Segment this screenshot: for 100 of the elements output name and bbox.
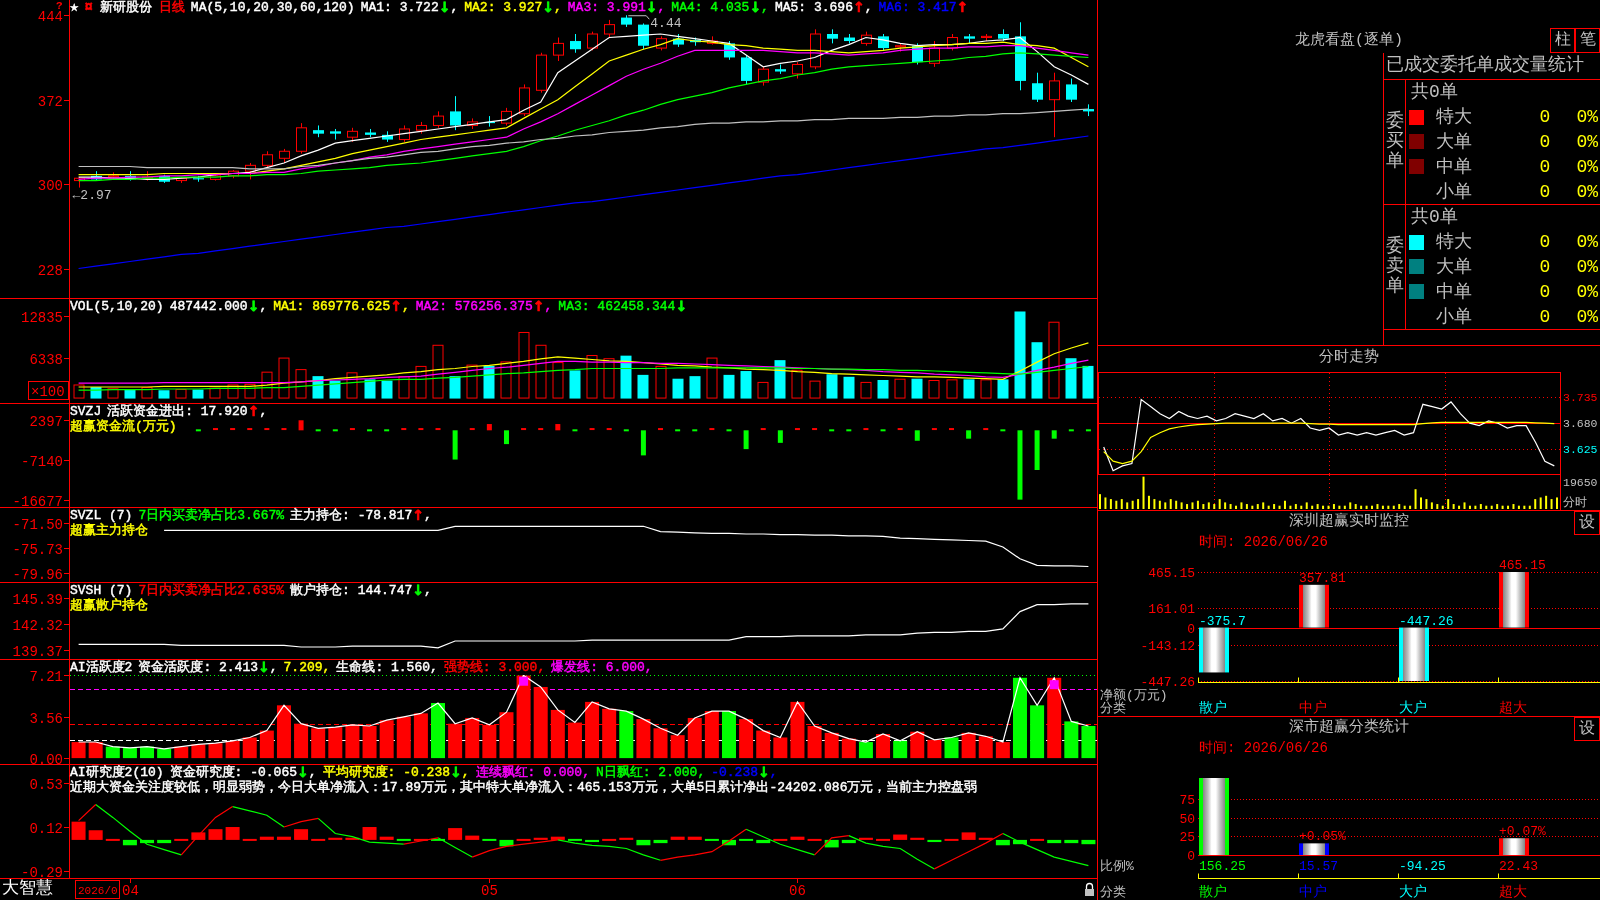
- axis-label: 228: [37, 262, 63, 279]
- indicator-name: MA(5,10,20,30,60,120): [190, 0, 355, 15]
- indicator-value: MA2: 576256.375: [415, 299, 533, 314]
- category-label: 中户: [1299, 884, 1327, 900]
- indicator-value: 7.209,: [283, 660, 331, 675]
- indicator-value: 7日内买卖净占比3.667%: [138, 508, 285, 523]
- axis-label: 300: [37, 177, 63, 194]
- order-type: 中单: [1436, 156, 1472, 177]
- indicator-value: 资金活跃度: 2.413: [138, 660, 258, 675]
- axis-label: 0.00: [29, 751, 63, 765]
- order-total: 共0单: [1411, 82, 1458, 103]
- indicator-value: MA6: 3.417: [878, 0, 957, 15]
- indicator-value: MA5: 3.696: [774, 0, 853, 15]
- value-label: -447.26: [1399, 613, 1454, 629]
- axis-label: 0: [1187, 622, 1195, 637]
- order-count: 0: [1539, 306, 1551, 327]
- category-label: 超大: [1499, 700, 1527, 716]
- axis-label: 3.735: [1563, 391, 1598, 405]
- panel-title: 分时走势: [1319, 349, 1379, 366]
- indicator-value: MA4: 4.035: [671, 0, 750, 15]
- amount-label: 22.43: [1499, 859, 1538, 874]
- indicator-value: MA2: 3.927: [464, 0, 543, 15]
- order-percent: 0%: [1576, 257, 1598, 277]
- order-count: 0: [1539, 232, 1551, 253]
- axis-label: 2397: [29, 413, 63, 430]
- panel-title: 深市超赢分类统计: [1289, 719, 1409, 736]
- axis-title: 分时: [1563, 496, 1587, 510]
- amount-label: 156.25: [1199, 859, 1246, 874]
- y-axis-title: ×100: [31, 384, 65, 400]
- category-label: 大户: [1399, 884, 1427, 900]
- timestamp: 时间: 2026/06/26: [1199, 534, 1328, 550]
- category-label: 散户: [1199, 884, 1227, 900]
- indicator-value: MA3: 3.991: [567, 0, 646, 15]
- axis-label: 50: [1179, 812, 1195, 827]
- axis-label: -447.26: [1140, 675, 1195, 690]
- axis-label: 145.39: [12, 591, 63, 608]
- indicator-value: MA1: 869776.625: [273, 299, 391, 314]
- indicator-value: MA3: 462458.344: [558, 299, 676, 314]
- axis-label: -71.50: [12, 516, 63, 533]
- indicator-name: VOL(5,10,20): [70, 299, 164, 314]
- category-label: 中户: [1299, 700, 1327, 716]
- order-type: 中单: [1436, 281, 1472, 302]
- axis-label: -75.73: [12, 541, 63, 558]
- axis-label: 12835: [21, 309, 63, 326]
- order-count: 0: [1539, 257, 1551, 277]
- order-type: 小单: [1436, 306, 1472, 327]
- axis-label: -0.29: [21, 864, 63, 878]
- order-percent: 0%: [1576, 232, 1598, 253]
- value-label: -375.7: [1199, 613, 1246, 629]
- date-label: 2026/0: [75, 880, 120, 899]
- order-count: 0: [1539, 132, 1551, 152]
- axis-label: 0.12: [29, 820, 63, 837]
- axis-label: 3.56: [29, 710, 63, 727]
- axis-label: 139.37: [12, 643, 63, 660]
- indicator-note: 超赢散户持仓: [70, 598, 148, 613]
- axis-label: 372: [37, 93, 63, 110]
- order-total: 共0单: [1411, 207, 1458, 228]
- axis-label: 142.32: [12, 617, 63, 634]
- axis-label: 161.01: [1148, 602, 1195, 617]
- order-type: 特大: [1436, 232, 1472, 253]
- indicator-note: 超赢资金流(万元): [70, 419, 177, 434]
- price-annotation: ←2.97: [72, 187, 112, 203]
- axis-label: 19650: [1563, 476, 1598, 489]
- timestamp: 时间: 2026/06/26: [1199, 740, 1328, 756]
- axis-label: -143.12: [1140, 639, 1195, 654]
- analysis-text: 近期大资金关注度较低，明显弱势，今日大单净流入：17.89万元，其中特大单净流入：465.153万元，大单5日累计净出-24202.086万元，当前主力控盘弱: [70, 780, 978, 795]
- order-type: 小单: [1436, 181, 1472, 202]
- indicator-value: 生命线: 1.560,: [336, 660, 438, 675]
- axis-label: 3.625: [1563, 443, 1598, 457]
- order-percent: 0%: [1576, 281, 1598, 302]
- category-label: 超大: [1499, 884, 1527, 900]
- axis-label: 0: [1187, 849, 1195, 864]
- indicator-value: 爆发线: 6.000,: [551, 660, 653, 675]
- indicator-name: AI研究度2(10): [70, 765, 164, 780]
- axis-label: 25: [1179, 830, 1195, 845]
- indicator-value: 强势线: 3.000,: [443, 660, 546, 675]
- indicator-name: SVSH (7): [70, 583, 133, 598]
- bar-note: +0.07%: [1499, 824, 1546, 840]
- axis-label: -79.96: [12, 566, 63, 583]
- indicator-value: 活跃资金进出: 17.920: [107, 404, 248, 419]
- order-count: 0: [1539, 281, 1551, 302]
- category-label: 大户: [1399, 700, 1427, 716]
- indicator-value: 7日内买卖净占比2.635%: [138, 583, 285, 598]
- category-label: 散户: [1199, 700, 1227, 716]
- value-label: 465.15: [1499, 558, 1546, 573]
- period-label: 日线: [158, 0, 185, 15]
- indicator-value: 487442.000: [169, 299, 248, 314]
- order-count: 0: [1539, 181, 1551, 202]
- indicator-value: 资金研究度: -0.065: [169, 765, 298, 780]
- order-percent: 0%: [1576, 181, 1598, 202]
- panel-title: 龙虎看盘(逐单): [1295, 32, 1403, 49]
- order-percent: 0%: [1576, 306, 1598, 327]
- axis-label: 7.21: [29, 668, 63, 685]
- indicator-value: 散户持仓: 144.747: [290, 583, 413, 598]
- indicator-value: N日飘红: 2.000,: [595, 765, 706, 780]
- indicator-value: 平均研究度: -0.238: [322, 765, 450, 780]
- axis-label: 05: [481, 883, 498, 899]
- order-type: 特大: [1436, 107, 1472, 128]
- indicator-value: 主力持仓: -78.817: [290, 508, 413, 523]
- amount-label: -94.25: [1399, 859, 1446, 874]
